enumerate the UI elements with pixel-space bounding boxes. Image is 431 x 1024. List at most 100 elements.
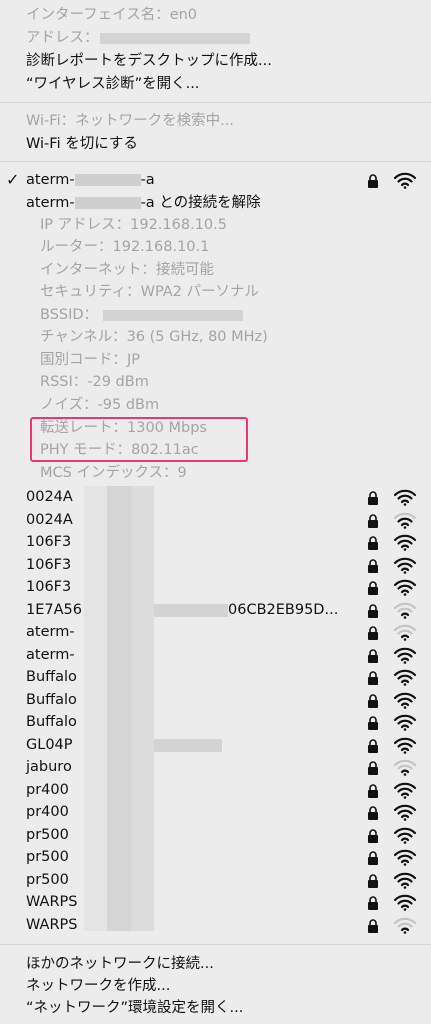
lock-icon xyxy=(368,693,378,708)
disconnect-prefix: aterm- xyxy=(26,195,75,211)
network-name-suffix: 06CB2EB95D... xyxy=(228,601,339,618)
open-diagnostics-item[interactable]: “ワイヤレス診断”を開く... xyxy=(0,73,431,95)
lock-icon xyxy=(368,603,378,618)
network-name: aterm- xyxy=(26,646,75,663)
network-item[interactable]: pr500 xyxy=(0,846,431,868)
checkmark-icon: ✓ xyxy=(6,170,20,189)
lock-icon xyxy=(368,806,378,820)
wifi-signal-icon xyxy=(393,759,417,776)
lock-icon xyxy=(368,581,378,595)
wifi-signal-icon xyxy=(393,782,417,799)
network-item[interactable]: pr400 xyxy=(0,779,431,801)
separator xyxy=(0,102,431,103)
network-name-redacted xyxy=(150,603,228,617)
disconnect-suffix: -a との接続を解除 xyxy=(140,195,261,211)
network-name: 106F3 xyxy=(26,579,72,595)
wifi-signal-icon xyxy=(393,624,417,641)
detail-country: 国別コード：JP xyxy=(0,349,431,371)
network-item[interactable]: 106F3 xyxy=(0,554,431,576)
network-name: GL04P xyxy=(26,736,73,753)
network-item[interactable]: 1E7A56 06CB2EB95D... xyxy=(0,599,431,621)
network-name: Buffalo xyxy=(26,669,77,685)
wifi-signal-icon xyxy=(393,602,417,619)
detail-router-label: ルーター：192.168.10.1 xyxy=(40,239,210,255)
highlight-box xyxy=(30,417,248,462)
network-name: aterm- xyxy=(26,624,75,640)
network-name: 1E7A56 xyxy=(26,601,82,618)
network-item[interactable]: GL04P xyxy=(0,734,431,756)
lock-icon xyxy=(368,851,378,865)
detail-internet: インターネット：接続可能 xyxy=(0,259,431,281)
detail-channel: チャンネル：36 (5 GHz, 80 MHz) xyxy=(0,326,431,348)
wifi-signal-icon xyxy=(393,849,417,866)
lock-icon xyxy=(368,716,378,730)
wifi-signal-icon xyxy=(393,172,417,189)
network-name: Buffalo xyxy=(26,714,77,730)
open-network-prefs-item[interactable]: “ネットワーク”環境設定を開く... xyxy=(0,997,431,1019)
connected-name-redacted xyxy=(74,174,141,186)
detail-ip: IP アドレス：192.168.10.5 xyxy=(0,214,431,236)
detail-noise: ノイズ：-95 dBm xyxy=(0,394,431,416)
network-name: WARPS xyxy=(26,916,78,933)
lock-icon xyxy=(368,536,378,550)
wifi-signal-icon xyxy=(393,534,417,551)
network-name: 106F3 xyxy=(26,534,72,550)
lock-icon xyxy=(368,828,378,843)
connected-network-name: aterm- -a xyxy=(26,169,155,191)
network-item[interactable]: pr500 xyxy=(0,869,431,891)
wifi-signal-icon xyxy=(393,917,417,934)
network-item[interactable]: pr500 xyxy=(0,824,431,846)
network-item[interactable]: 106F3 xyxy=(0,531,431,553)
network-name: jaburo xyxy=(26,759,72,775)
network-item[interactable]: Buffalo xyxy=(0,689,431,711)
lock-icon xyxy=(368,761,378,775)
lock-icon xyxy=(368,918,378,933)
lock-icon xyxy=(368,626,378,640)
create-report-item[interactable]: 診断レポートをデスクトップに作成... xyxy=(0,50,431,72)
network-item[interactable]: jaburo xyxy=(0,756,431,778)
create-network-label: ネットワークを作成... xyxy=(26,978,171,994)
bssid-redacted xyxy=(103,310,243,321)
wifi-signal-icon xyxy=(393,669,417,686)
disconnect-item[interactable]: aterm- -a との接続を解除 xyxy=(0,192,431,214)
wifi-signal-icon xyxy=(393,557,417,574)
detail-noise-label: ノイズ：-95 dBm xyxy=(40,397,160,413)
connected-network-item[interactable]: ✓ aterm- -a xyxy=(0,169,431,191)
detail-country-label: 国別コード：JP xyxy=(40,352,141,368)
detail-router: ルーター：192.168.10.1 xyxy=(0,236,431,258)
lock-icon xyxy=(368,671,378,685)
network-name: pr500 xyxy=(26,826,69,843)
network-name: 0024A xyxy=(26,489,73,505)
lock-icon xyxy=(368,558,378,573)
network-item[interactable]: WARPS xyxy=(0,914,431,936)
network-item[interactable]: 106F3 xyxy=(0,576,431,598)
network-name: pr500 xyxy=(26,871,69,888)
disconnect-redacted xyxy=(74,197,141,209)
network-item[interactable]: aterm- xyxy=(0,621,431,643)
wifi-signal-icon xyxy=(393,872,417,889)
create-network-item[interactable]: ネットワークを作成... xyxy=(0,975,431,997)
lock-icon xyxy=(368,174,378,188)
network-item[interactable]: pr400 xyxy=(0,801,431,823)
network-item[interactable]: 0024A xyxy=(0,509,431,531)
network-name-redacted xyxy=(150,738,222,752)
detail-security-label: セキュリティ：WPA2 パーソナル xyxy=(40,284,260,300)
network-item[interactable]: 0024A xyxy=(0,486,431,508)
wifi-signal-icon xyxy=(393,827,417,844)
network-names-redacted xyxy=(84,486,154,931)
create-report-label: 診断レポートをデスクトップに作成... xyxy=(26,53,272,69)
network-item[interactable]: Buffalo xyxy=(0,711,431,733)
network-item[interactable]: Buffalo xyxy=(0,666,431,688)
network-item[interactable]: aterm- xyxy=(0,644,431,666)
detail-security: セキュリティ：WPA2 パーソナル xyxy=(0,281,431,303)
network-item[interactable]: WARPS xyxy=(0,891,431,913)
lock-icon xyxy=(368,783,378,798)
wifi-status-label: Wi-Fi：ネットワークを検索中... xyxy=(26,113,234,129)
detail-bssid-label: BSSID： xyxy=(40,307,99,323)
other-network-item[interactable]: ほかのネットワークに接続... xyxy=(0,953,431,975)
wifi-toggle-label: Wi-Fi を切にする xyxy=(26,136,138,152)
wifi-toggle-item[interactable]: Wi-Fi を切にする xyxy=(0,133,431,155)
separator xyxy=(0,944,431,945)
lock-icon xyxy=(368,873,378,888)
wifi-signal-icon xyxy=(393,512,417,529)
